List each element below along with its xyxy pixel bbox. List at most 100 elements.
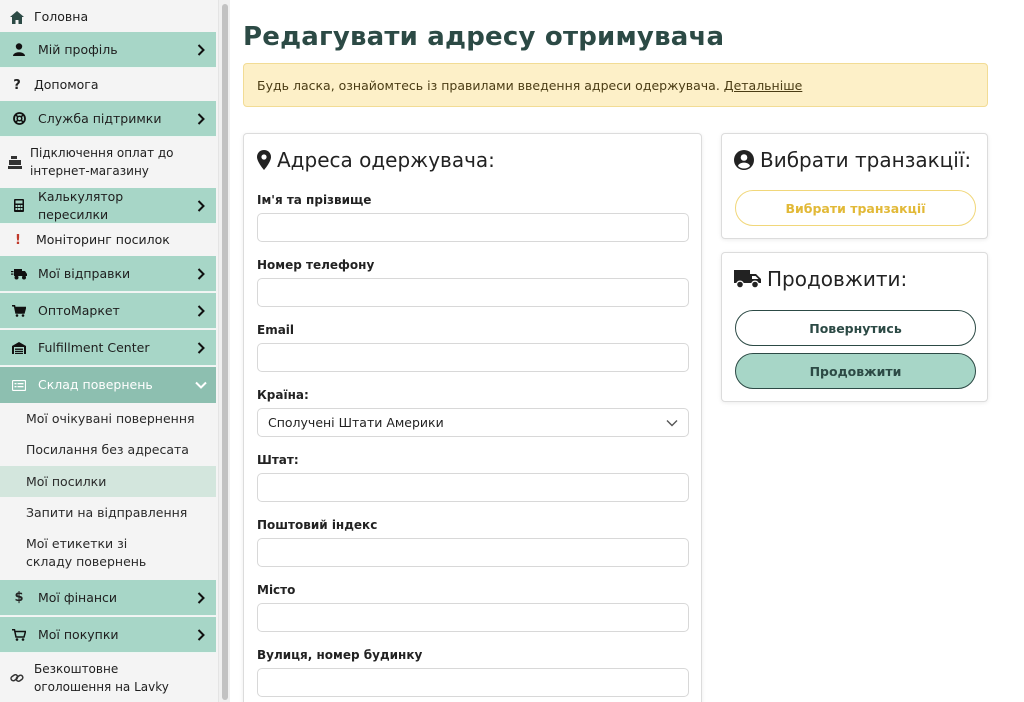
sidebar-item-calculator[interactable]: Калькулятор пересилки xyxy=(0,188,216,224)
continue-card-title-text: Продовжити: xyxy=(767,267,908,291)
sidebar-subitem-label: Запити на відправлення xyxy=(26,505,188,520)
sidebar-item-finances[interactable]: $ Мої фінанси xyxy=(0,580,216,616)
sidebar-subitem-my-parcels[interactable]: Мої посилки xyxy=(0,466,216,497)
sidebar-subitem-no-recipient[interactable]: Посилання без адресата xyxy=(0,435,216,465)
street-label: Вулиця, номер будинку xyxy=(257,648,423,662)
sidebar-subitem-expected-returns[interactable]: Мої очікувані повернення xyxy=(0,404,216,434)
sidebar-subitem-shipping-requests[interactable]: Запити на відправлення xyxy=(0,498,216,528)
alert-text: Будь ласка, ознайомтесь із правилами вве… xyxy=(257,77,720,93)
postal-code-label: Поштовий індекс xyxy=(257,518,378,532)
chevron-right-icon xyxy=(186,199,216,212)
transactions-card-title: Вибрати транзакції: xyxy=(734,148,971,172)
country-select[interactable]: Сполучені Штати Америки xyxy=(257,408,689,437)
dollar-icon: $ xyxy=(14,590,24,605)
country-select-value: Сполучені Штати Америки xyxy=(268,415,444,430)
sidebar-item-label: Калькулятор пересилки xyxy=(38,188,124,222)
sidebar-subitem-label: Мої посилки xyxy=(26,473,107,489)
chevron-down-icon xyxy=(666,415,678,430)
sidebar-item-lavky[interactable]: Безкоштовне оголошення на Lavky xyxy=(0,658,216,698)
full-name-label: Ім'я та прізвище xyxy=(257,193,372,207)
postal-code-input[interactable] xyxy=(257,538,689,567)
sidebar-item-monitoring[interactable]: ! Моніторинг посилок xyxy=(0,229,216,251)
sidebar-item-purchases[interactable]: Мої покупки xyxy=(0,617,216,653)
chevron-right-icon xyxy=(186,628,216,641)
continue-card-title: Продовжити: xyxy=(734,267,907,291)
details-link[interactable]: Детальніше xyxy=(724,78,803,93)
sidebar-item-fulfillment[interactable]: Fulfillment Center xyxy=(0,330,216,366)
map-marker-icon xyxy=(257,150,271,170)
address-card: Адреса одержувача: Ім'я та прізвище Номе… xyxy=(243,133,702,702)
sidebar-item-label: Головна xyxy=(34,9,89,24)
sidebar-item-label: Мої відправки xyxy=(38,265,131,281)
sidebar-item-label: Служба підтримки xyxy=(38,110,162,126)
cart-icon xyxy=(0,628,38,641)
city-label: Місто xyxy=(257,583,296,597)
sidebar-item-label: Підключення оплат до інтернет-магазину xyxy=(30,146,174,178)
cash-register-icon xyxy=(0,155,30,169)
back-button[interactable]: Повернутись xyxy=(735,310,976,346)
truck-icon xyxy=(734,270,761,289)
warehouse-icon xyxy=(0,341,38,354)
sidebar-item-label: Мої покупки xyxy=(38,626,119,642)
sidebar-item-label: ОптоМаркет xyxy=(38,302,120,318)
sidebar-item-label: Безкоштовне оголошення на Lavky xyxy=(34,662,169,694)
sidebar-subitem-label: Мої очікувані повернення xyxy=(26,411,195,426)
sidebar-item-label: Моніторинг посилок xyxy=(36,232,170,247)
sidebar-item-home[interactable]: Головна xyxy=(0,6,216,28)
sidebar-item-returns[interactable]: Склад повернень xyxy=(0,367,216,403)
select-transactions-button[interactable]: Вибрати транзакції xyxy=(735,190,976,226)
chevron-right-icon xyxy=(186,304,216,317)
sidebar: Головна Мій профіль ? Допомога Служба пі… xyxy=(0,0,218,702)
transactions-card-title-text: Вибрати транзакції: xyxy=(760,148,972,172)
chevron-down-icon xyxy=(186,381,216,389)
continue-card: Продовжити: Повернутись Продовжити xyxy=(721,252,988,402)
sidebar-subitem-label: Мої етикетки зі складу повернень xyxy=(26,536,147,569)
sidebar-item-shipments[interactable]: Мої відправки xyxy=(0,256,216,292)
sidebar-item-label: Fulfillment Center xyxy=(38,339,150,355)
question-icon: ? xyxy=(13,77,21,93)
chevron-right-icon xyxy=(186,591,216,604)
sidebar-item-help[interactable]: ? Допомога xyxy=(0,74,216,96)
list-icon xyxy=(0,379,38,391)
full-name-input[interactable] xyxy=(257,213,689,242)
chevron-right-icon xyxy=(186,341,216,354)
chevron-right-icon xyxy=(186,43,216,56)
link-icon xyxy=(0,672,34,684)
state-input[interactable] xyxy=(257,473,689,502)
home-icon xyxy=(0,10,34,24)
sidebar-item-profile[interactable]: Мій профіль xyxy=(0,32,216,68)
sidebar-item-optomarket[interactable]: ОптоМаркет xyxy=(0,293,216,329)
scrollbar-thumb[interactable] xyxy=(222,4,228,700)
sidebar-item-label: Допомога xyxy=(34,77,99,92)
continue-button[interactable]: Продовжити xyxy=(735,353,976,389)
sidebar-item-label: Мої фінанси xyxy=(38,589,118,605)
country-label: Країна: xyxy=(257,388,309,402)
email-input[interactable] xyxy=(257,343,689,372)
chevron-right-icon xyxy=(186,112,216,125)
sidebar-subitem-labels[interactable]: Мої етикетки зі складу повернень xyxy=(0,532,216,574)
info-alert: Будь ласка, ознайомтесь із правилами вве… xyxy=(243,63,988,107)
state-label: Штат: xyxy=(257,453,299,467)
sidebar-item-label: Мій профіль xyxy=(38,41,118,57)
city-input[interactable] xyxy=(257,603,689,632)
user-icon xyxy=(0,43,38,56)
phone-input[interactable] xyxy=(257,278,689,307)
address-card-title: Адреса одержувача: xyxy=(257,148,495,172)
sidebar-item-payments[interactable]: Підключення оплат до інтернет-магазину xyxy=(0,142,216,182)
cart-icon xyxy=(0,304,38,317)
user-circle-icon xyxy=(734,150,754,170)
street-input[interactable] xyxy=(257,668,689,697)
page-title: Редагувати адресу отримувача xyxy=(243,22,725,52)
exclamation-icon: ! xyxy=(15,232,21,248)
phone-label: Номер телефону xyxy=(257,258,375,272)
chevron-right-icon xyxy=(186,267,216,280)
sidebar-scrollbar[interactable] xyxy=(218,0,230,702)
sidebar-subitem-label: Посилання без адресата xyxy=(26,442,189,457)
address-card-title-text: Адреса одержувача: xyxy=(277,148,495,172)
email-label: Email xyxy=(257,323,295,337)
support-icon xyxy=(0,112,38,125)
sidebar-item-support[interactable]: Служба підтримки xyxy=(0,101,216,137)
transactions-card: Вибрати транзакції: Вибрати транзакції xyxy=(721,133,988,239)
sidebar-item-label: Склад повернень xyxy=(38,377,153,392)
calculator-icon xyxy=(0,199,38,212)
